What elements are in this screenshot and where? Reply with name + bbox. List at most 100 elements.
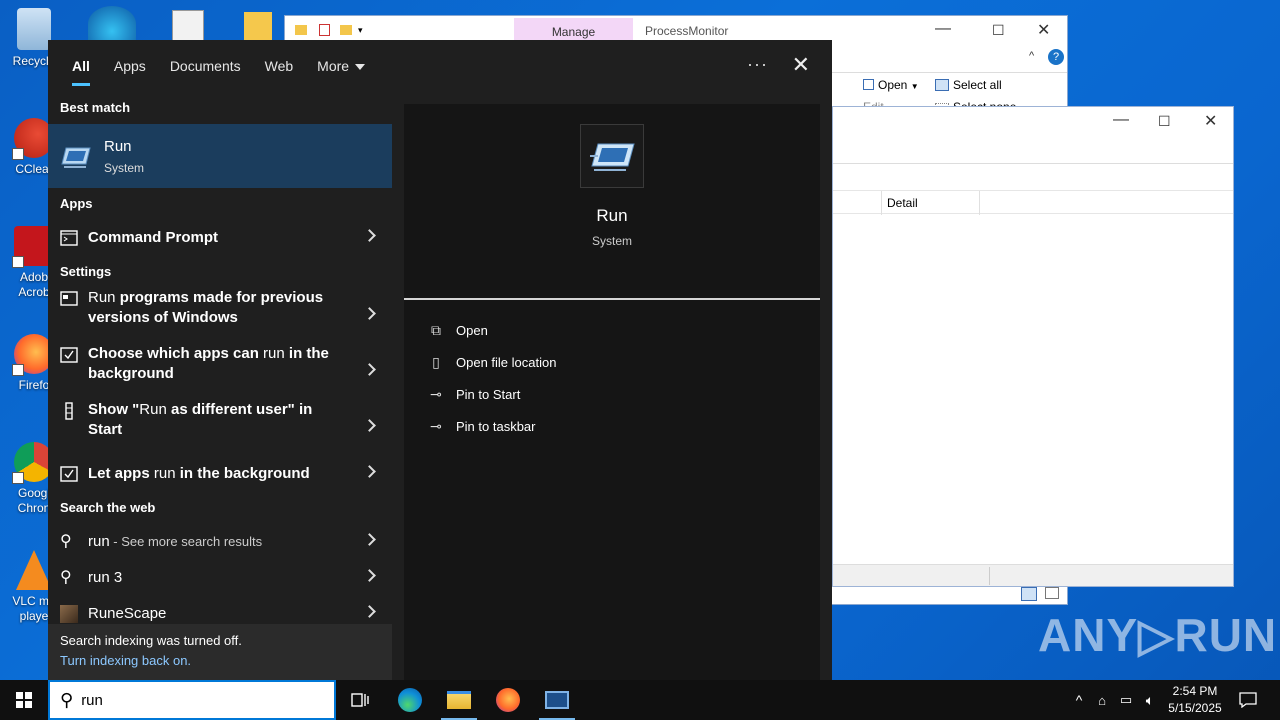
new-folder-icon[interactable] <box>340 25 352 35</box>
select-all-button[interactable]: Select all <box>935 78 1002 92</box>
more-options-button[interactable]: ··· <box>747 54 768 75</box>
expand-button[interactable] <box>358 358 386 386</box>
taskbar-clock[interactable]: 2:54 PM 5/15/2025 <box>1162 683 1228 717</box>
toolbar-divider <box>833 163 1233 164</box>
file-desktop-icon[interactable] <box>172 10 204 42</box>
close-button[interactable]: ✕ <box>792 52 810 78</box>
manage-tab[interactable]: Manage <box>514 18 633 42</box>
column-header-detail[interactable]: Detail <box>887 196 918 210</box>
section-header-settings: Settings <box>60 264 112 279</box>
ethernet-icon[interactable]: ▭ <box>1114 692 1138 708</box>
system-tray: ^ ⌂ ▭ 🔈︎ <box>1068 680 1162 720</box>
taskbar-file-explorer[interactable] <box>435 680 483 720</box>
web-result-run[interactable]: ⚲ run - See more search results <box>48 524 392 560</box>
start-button[interactable] <box>0 680 48 720</box>
anyrun-watermark: ANY▷RUN <box>1038 609 1278 661</box>
file-location-icon: ▯ <box>432 354 440 370</box>
action-pin-to-start[interactable]: ⊸ Pin to Start <box>404 378 820 410</box>
search-icon: ⚲ <box>60 689 74 710</box>
background-apps-icon <box>60 347 78 363</box>
result-run-as-different-user[interactable]: Show "Run as different user" in Start <box>48 400 392 456</box>
results-list: Best match Run System Apps Command Promp… <box>48 92 392 680</box>
taskbar-edge[interactable] <box>386 680 434 720</box>
minimize-button[interactable]: — <box>1113 111 1129 129</box>
action-open-file-location[interactable]: ▯ Open file location <box>404 346 820 378</box>
tab-all[interactable]: All <box>60 40 102 92</box>
command-prompt-icon <box>60 230 78 246</box>
chevron-down-icon <box>355 64 366 71</box>
result-label: Command Prompt <box>88 229 219 246</box>
open-label: Open <box>878 78 908 92</box>
indexing-message: Search indexing was turned off. <box>60 633 242 648</box>
tab-apps[interactable]: Apps <box>102 40 158 92</box>
best-match-run[interactable]: Run System <box>48 124 392 188</box>
indexing-notice: Search indexing was turned off. Turn ind… <box>48 624 392 680</box>
quick-access-dropdown-icon[interactable]: ▾ <box>358 25 363 36</box>
taskbar-search-box[interactable]: ⚲ <box>48 680 336 720</box>
close-button[interactable]: ✕ <box>1037 20 1050 40</box>
expand-button[interactable] <box>358 302 386 330</box>
result-run-older-programs[interactable]: Run programs made for previous versions … <box>48 288 392 344</box>
process-monitor-icon <box>545 691 569 709</box>
search-input[interactable] <box>81 691 302 709</box>
volume-icon[interactable]: 🔈︎ <box>1138 692 1162 709</box>
status-bar <box>833 564 1233 586</box>
action-open[interactable]: ⧉ Open <box>404 314 820 346</box>
result-label-bold: Let apps <box>88 465 154 482</box>
folder-icon <box>447 691 471 709</box>
result-let-apps-run-background[interactable]: Let apps run in the background <box>48 456 392 492</box>
details-view-icon[interactable] <box>1021 587 1037 601</box>
collapse-ribbon-icon[interactable]: ^ <box>1029 50 1034 62</box>
network-icon[interactable]: ⌂ <box>1090 693 1114 708</box>
action-pin-to-taskbar[interactable]: ⊸ Pin to taskbar <box>404 410 820 442</box>
edge-icon <box>398 688 422 712</box>
firefox-icon <box>496 688 520 712</box>
task-view-icon <box>351 693 369 707</box>
open-button[interactable]: Open ▼ <box>863 78 919 92</box>
action-center-button[interactable] <box>1224 680 1272 720</box>
search-icon: ⚲ <box>60 569 72 586</box>
section-header-search-web: Search the web <box>60 500 156 515</box>
result-command-prompt[interactable]: Command Prompt <box>48 220 392 256</box>
edge-desktop-icon[interactable] <box>88 6 136 42</box>
expand-button[interactable] <box>358 224 386 252</box>
web-result-run-3[interactable]: ⚲ run 3 <box>48 560 392 596</box>
close-button[interactable]: ✕ <box>1204 111 1217 131</box>
result-label: run 3 <box>88 569 123 586</box>
run-app-icon <box>61 147 91 168</box>
expand-button[interactable] <box>358 460 386 488</box>
section-header-apps: Apps <box>60 196 93 211</box>
result-background-apps[interactable]: Choose which apps can run in the backgro… <box>48 344 392 400</box>
background-apps-icon <box>60 466 78 482</box>
help-icon[interactable]: ? <box>1048 49 1064 65</box>
tab-web[interactable]: Web <box>253 40 306 92</box>
folder-desktop-icon[interactable] <box>244 12 272 42</box>
taskbar-process-monitor[interactable] <box>533 680 581 720</box>
start-settings-icon <box>65 402 73 420</box>
minimize-button[interactable]: — <box>935 20 951 38</box>
properties-icon[interactable] <box>319 24 330 36</box>
windows-logo-icon <box>16 692 32 708</box>
runescape-icon <box>60 605 78 623</box>
result-label: run <box>88 533 110 550</box>
show-hidden-icons-chevron-icon[interactable]: ^ <box>1068 692 1090 708</box>
action-label: Pin to taskbar <box>456 418 536 434</box>
tab-documents[interactable]: Documents <box>158 40 253 92</box>
process-monitor-window[interactable]: — ☐ ✕ Detail <box>832 106 1234 587</box>
folder-icon <box>295 25 307 35</box>
turn-indexing-on-link[interactable]: Turn indexing back on. <box>60 653 380 668</box>
notification-icon <box>1239 692 1257 708</box>
action-label: Open <box>456 322 488 338</box>
expand-button[interactable] <box>358 414 386 442</box>
maximize-button[interactable]: ☐ <box>1158 113 1171 130</box>
expand-button[interactable] <box>358 564 386 592</box>
pin-icon: ⊸ <box>430 418 442 434</box>
result-label-bold: in the background <box>175 465 310 482</box>
tab-more[interactable]: More <box>305 40 377 92</box>
large-icons-view-icon[interactable] <box>1045 587 1059 599</box>
taskbar-firefox[interactable] <box>484 680 532 720</box>
maximize-button[interactable]: ☐ <box>992 22 1005 39</box>
window-title: ProcessMonitor <box>645 24 729 38</box>
task-view-button[interactable] <box>336 680 384 720</box>
expand-button[interactable] <box>358 528 386 556</box>
